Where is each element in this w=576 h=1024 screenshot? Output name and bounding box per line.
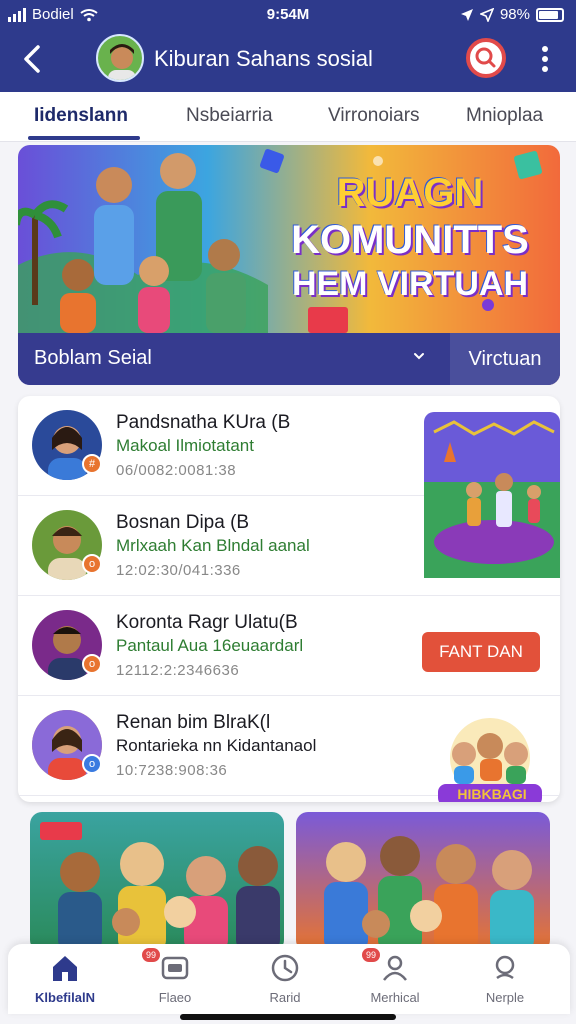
banner-title: RUAGN KOMUNITTS HEM VIRTUAH [270,171,550,304]
status-bar: Bodiel 9:54M 98% [0,0,576,30]
nav-label: Merhical [370,990,420,1005]
more-vert-icon[interactable] [536,42,554,76]
notification-badge: 99 [362,948,380,962]
nav-home[interactable]: KlbefilalN [10,952,120,1010]
battery-percent: 98% [499,6,530,23]
action-button[interactable]: FANT DAN [422,632,540,672]
contact-name: Koronta Ragr Ulatu(B [116,612,298,633]
app-screen: Bodiel 9:54M 98% Kiburan Sahans sosial I… [0,0,576,1024]
event-illustration [424,412,560,578]
page-title: Kiburan Sahans sosial [154,46,373,71]
location-icon-2 [479,7,494,22]
tab-second[interactable]: Nsbeiarria [186,105,273,127]
nav-person-chat[interactable]: 99 Merhical [340,948,450,1010]
home-icon [53,956,77,981]
home-indicator[interactable] [180,1014,396,1020]
active-tab-indicator [28,136,140,140]
notification-badge: 99 [142,948,160,962]
tab-bar: Iidenslann Nsbeiarria Virronoiars Mniopl… [0,92,576,142]
people-icon [495,955,515,980]
banner-line-1: RUAGN [336,171,484,215]
chat-list: # Pandsnatha KUra (B Makoal Ilmiotatant … [18,396,560,802]
banner-footer: Boblam Seial Virctuan [18,333,560,385]
nav-people[interactable]: Nerple [450,952,560,1010]
battery-fill [539,10,558,19]
avatar-illustration [108,44,136,80]
location-icon [460,8,473,21]
timestamp: 06/0082:0081:38 [116,462,237,479]
nav-label: Rarid [269,990,301,1005]
status-badge: o [82,554,102,574]
tab-home[interactable]: Iidenslann [34,105,128,127]
header: Kiburan Sahans sosial [0,30,576,92]
community-banner[interactable]: RUAGN KOMUNITTS HEM VIRTUAH Boblam Seial… [18,145,560,385]
message-preview: Pantaul Aua 16euaardarl [116,636,304,655]
person-chat-icon [383,955,407,981]
chat-icon [161,956,189,980]
message-preview: Rontarieka nn Kidantanaol [116,736,317,755]
search-button[interactable] [466,38,506,78]
thumbnail-group-photo-1[interactable] [30,812,284,952]
tab-third[interactable]: Virronoiars [328,105,420,127]
banner-footer-label[interactable]: Boblam Seial [34,347,152,370]
illustration-label: HIBKBAGI [457,786,527,802]
back-icon[interactable] [18,42,48,76]
clock-icon [271,954,299,982]
nav-label: KlbefilalN [35,990,95,1005]
contact-name: Pandsnatha KUra (B [116,412,291,433]
contact-name: Renan bim BlraK(l [116,712,271,733]
tab-fourth[interactable]: Mnioplaa [466,105,543,127]
banner-line-2: KOMUNITTS [291,218,529,262]
avatar[interactable] [96,34,144,82]
bottom-navigation: KlbefilalN 99 Flaeo Rarid 99 Merhical Ne… [8,944,570,1014]
virtual-tab[interactable]: Virctuan [450,333,560,385]
status-badge: # [82,454,102,474]
battery-icon [536,7,564,22]
group-illustration-2 [324,836,534,952]
message-preview: Mrlxaah Kan Blndal aanal [116,536,310,555]
top-bar: Bodiel 9:54M 98% Kiburan Sahans sosial [0,0,576,92]
nav-clock[interactable]: Rarid [230,952,340,1010]
status-badge: o [82,754,102,774]
thumbnail-group-photo-2[interactable] [296,812,550,952]
nav-label: Nerple [485,990,525,1005]
status-badge: o [82,654,102,674]
message-preview: Makoal Ilmiotatant [116,436,254,455]
list-item[interactable]: o Koronta Ragr Ulatu(B Pantaul Aua 16eua… [18,596,560,696]
nav-chat[interactable]: 99 Flaeo [120,948,230,1010]
contact-name: Bosnan Dipa (B [116,512,250,533]
group-illustration-1 [40,822,280,952]
search-icon [475,47,496,68]
timestamp: 12:02:30/041:336 [116,562,241,579]
banner-line-3: HEM VIRTUAH [291,265,529,303]
nav-label: Flaeo [158,990,192,1005]
timestamp: 10:7238:908:36 [116,762,228,779]
chevron-down-icon[interactable] [412,349,426,363]
timestamp: 12112:2:2346636 [116,662,240,679]
